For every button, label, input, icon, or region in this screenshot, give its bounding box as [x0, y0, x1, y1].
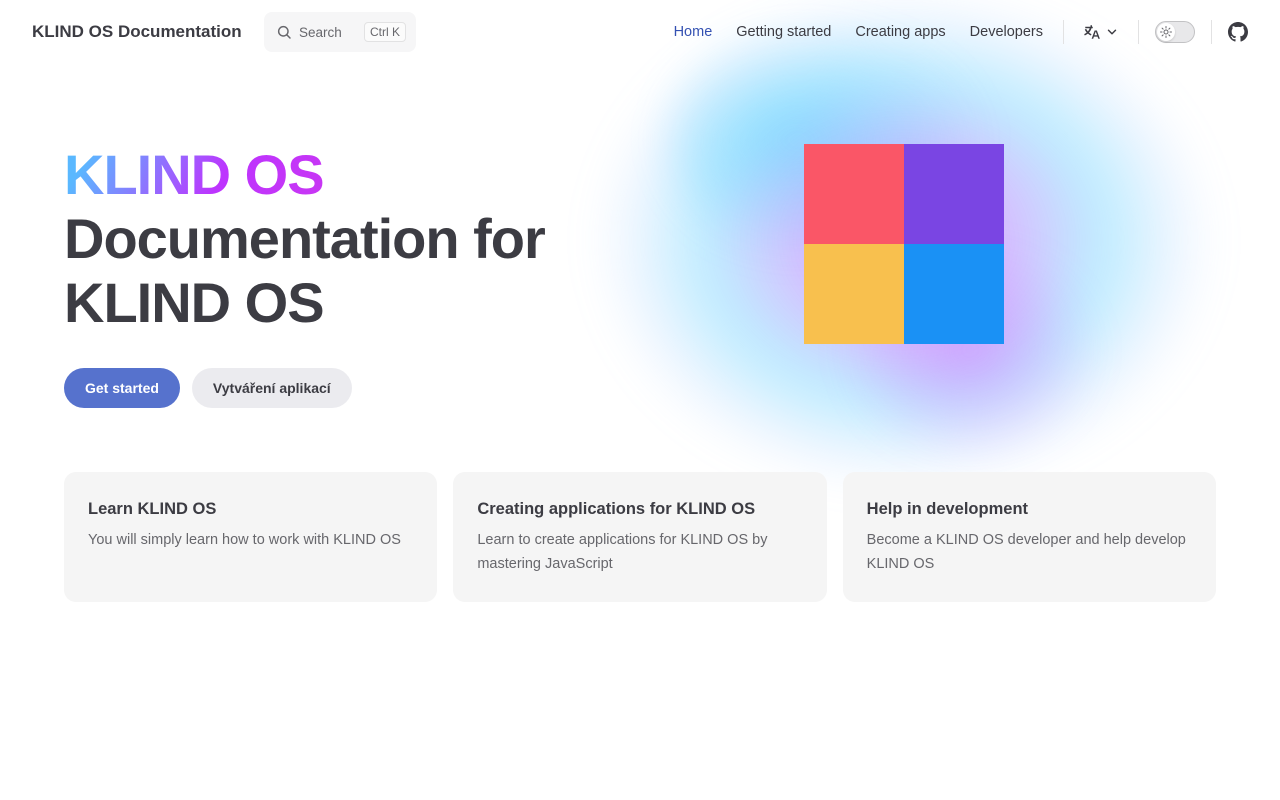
hero-tagline: Documentation for KLIND OS	[64, 207, 546, 334]
feature-details: Learn to create applications for KLIND O…	[477, 532, 768, 572]
translate-icon	[1083, 23, 1101, 41]
logo-tile-red	[804, 144, 904, 244]
nav-link-home[interactable]: Home	[662, 0, 725, 64]
sun-icon	[1157, 23, 1175, 41]
search-shortcut: Ctrl K	[364, 22, 406, 42]
hero-logo	[804, 144, 1004, 344]
feature-card-learn[interactable]: Learn KLIND OS You will simply learn how…	[64, 472, 438, 602]
features-section: Learn KLIND OS You will simply learn how…	[64, 472, 1216, 602]
feature-card-help[interactable]: Help in development Become a KLIND OS de…	[842, 472, 1216, 602]
feature-title: Learn KLIND OS	[88, 500, 217, 518]
nav-link-creating-apps[interactable]: Creating apps	[843, 0, 957, 64]
site-title[interactable]: KLIND OS Documentation	[32, 21, 242, 43]
search-label: Search	[299, 24, 342, 40]
hero-name: KLIND OS	[64, 143, 325, 206]
search-icon	[276, 24, 292, 40]
feature-details: Become a KLIND OS developer and help dev…	[866, 532, 1186, 572]
search-button[interactable]: Search Ctrl K	[264, 12, 416, 52]
top-nav: KLIND OS Documentation Search Ctrl K Hom…	[0, 0, 1280, 64]
nav-divider	[1063, 20, 1064, 44]
feature-title: Creating applications for KLIND OS	[477, 500, 756, 518]
feature-title: Help in development	[866, 500, 1029, 518]
logo-tile-yellow	[804, 244, 904, 344]
logo-tile-purple	[904, 144, 1004, 244]
nav-link-getting-started[interactable]: Getting started	[724, 0, 843, 64]
logo-tile-blue	[904, 244, 1004, 344]
creating-apps-button[interactable]: Vytváření aplikací	[191, 368, 352, 408]
nav-link-developers[interactable]: Developers	[958, 0, 1055, 64]
nav-divider	[1138, 20, 1139, 44]
feature-details: You will simply learn how to work with K…	[88, 532, 401, 548]
chevron-down-icon	[1105, 25, 1119, 39]
nav-divider	[1211, 20, 1212, 44]
get-started-button[interactable]: Get started	[64, 368, 180, 408]
hero-actions: Get started Vytváření aplikací	[64, 368, 352, 408]
theme-toggle[interactable]	[1155, 21, 1195, 43]
language-menu-button[interactable]	[1083, 22, 1119, 42]
github-icon[interactable]	[1228, 22, 1248, 42]
nav-menu: Home Getting started Creating apps Devel…	[662, 0, 1055, 64]
feature-card-creating-apps[interactable]: Creating applications for KLIND OS Learn…	[453, 472, 827, 602]
